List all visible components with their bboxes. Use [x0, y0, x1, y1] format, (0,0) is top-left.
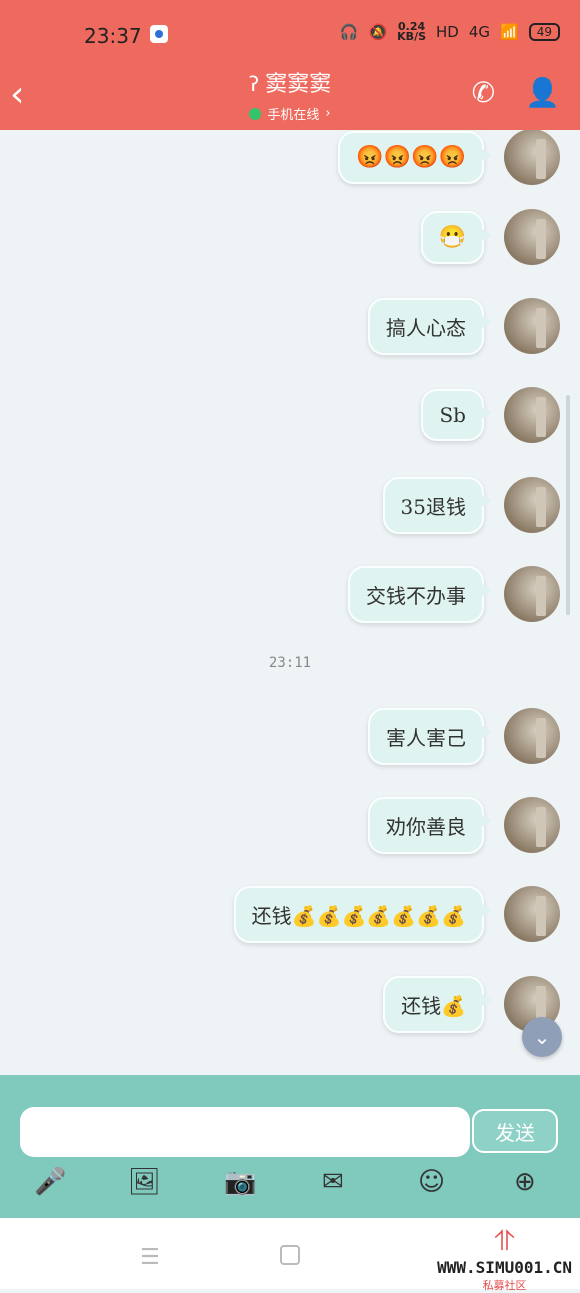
message-bubble[interactable]: 劝你善良 [368, 796, 492, 854]
message-row: 搞人心态 [368, 296, 560, 356]
message-row: 还钱💰💰💰💰💰💰💰 [233, 884, 560, 944]
battery-icon: 49 [528, 23, 560, 41]
message-row: 😡😡😡😡 [338, 130, 560, 187]
input-bar: 发送 🎤 🖼 📷 ✉ ☺ ⊕ [0, 1075, 580, 1218]
scroll-down-button[interactable]: ⌄ [522, 1017, 562, 1057]
profile-icon[interactable]: 👤 [525, 76, 560, 109]
message-row: 35退钱 [382, 475, 560, 535]
message-input[interactable] [20, 1107, 470, 1157]
network-type: 4G [468, 23, 491, 41]
chevron-down-icon: ⌄ [533, 1025, 551, 1049]
message-bubble[interactable]: 搞人心态 [368, 297, 492, 355]
signal-icon: 📶 [500, 23, 519, 41]
message-bubble[interactable]: 😷 [420, 210, 493, 264]
chat-header: ‹ ʔ 窦窦窦 手机在线 › ✆ 👤 [0, 60, 580, 130]
avatar[interactable] [504, 130, 560, 185]
avatar[interactable] [504, 387, 560, 443]
message-bubble[interactable]: 交钱不办事 [348, 565, 492, 623]
avatar[interactable] [504, 298, 560, 354]
timestamp-label: 23:11 [268, 655, 312, 671]
scrollbar[interactable] [566, 395, 570, 615]
message-bubble[interactable]: 害人害己 [368, 707, 492, 765]
emoji-icon[interactable]: ☺ [418, 1167, 445, 1197]
camera-icon[interactable]: 📷 [224, 1167, 256, 1197]
message-row: 😷 [420, 207, 560, 267]
avatar[interactable] [504, 566, 560, 622]
avatar[interactable] [504, 477, 560, 533]
message-bubble[interactable]: Sb [421, 389, 492, 441]
message-row: Sb [421, 385, 560, 445]
phone-icon[interactable]: ✆ [472, 76, 495, 109]
headphones-icon: 🎧 [339, 23, 359, 41]
microphone-icon[interactable]: 🎤 [34, 1167, 66, 1197]
message-bubble[interactable]: 35退钱 [382, 476, 493, 534]
status-bar: 23:37 🎧 🔕 0.24 KB/S HD 4G 📶 49 [0, 0, 580, 60]
avatar[interactable] [504, 797, 560, 853]
avatar[interactable] [504, 886, 560, 942]
menu-icon[interactable]: ☰ [140, 1245, 160, 1270]
message-bubble[interactable]: 😡😡😡😡 [338, 130, 492, 184]
mute-bell-icon: 🔕 [368, 23, 388, 41]
status-indicators: 🎧 🔕 0.24 KB/S HD 4G 📶 49 [339, 20, 560, 43]
home-icon[interactable] [280, 1245, 300, 1265]
message-bubble[interactable]: 还钱💰 [383, 975, 492, 1033]
hd-indicator: HD [436, 23, 459, 41]
status-time: 23:37 [84, 24, 142, 48]
watermark-subtitle: 私募社区 [482, 1279, 527, 1292]
message-row: 害人害己 [368, 706, 560, 766]
image-icon[interactable]: 🖼 [128, 1167, 161, 1197]
toolbar: 🎤 🖼 📷 ✉ ☺ ⊕ [0, 1167, 580, 1211]
avatar[interactable] [504, 708, 560, 764]
system-nav-bar: ☰ ⥣ WWW.SIMU001.CN 私募社区 [0, 1218, 580, 1292]
baidu-app-icon [150, 25, 168, 43]
ear-icon: ʔ [248, 72, 260, 96]
watermark-url: WWW.SIMU001.CN [437, 1258, 572, 1277]
avatar[interactable] [504, 209, 560, 265]
send-button[interactable]: 发送 [472, 1109, 558, 1153]
message-list[interactable]: 😡😡😡😡 😷 搞人心态 Sb 35退钱 交钱不办事 23:11 害人害己 劝你善… [0, 130, 580, 1075]
message-row: 交钱不办事 [348, 564, 560, 624]
plus-icon[interactable]: ⊕ [514, 1167, 536, 1197]
network-speed: 0.24 KB/S [397, 20, 427, 43]
watermark: ⥣ WWW.SIMU001.CN 私募社区 [437, 1224, 572, 1293]
message-bubble[interactable]: 还钱💰💰💰💰💰💰💰 [233, 885, 493, 943]
hongbao-icon[interactable]: ✉ [322, 1167, 344, 1197]
message-row: 劝你善良 [368, 795, 560, 855]
watermark-logo-icon: ⥣ [494, 1224, 515, 1257]
online-dot-icon [249, 107, 262, 120]
